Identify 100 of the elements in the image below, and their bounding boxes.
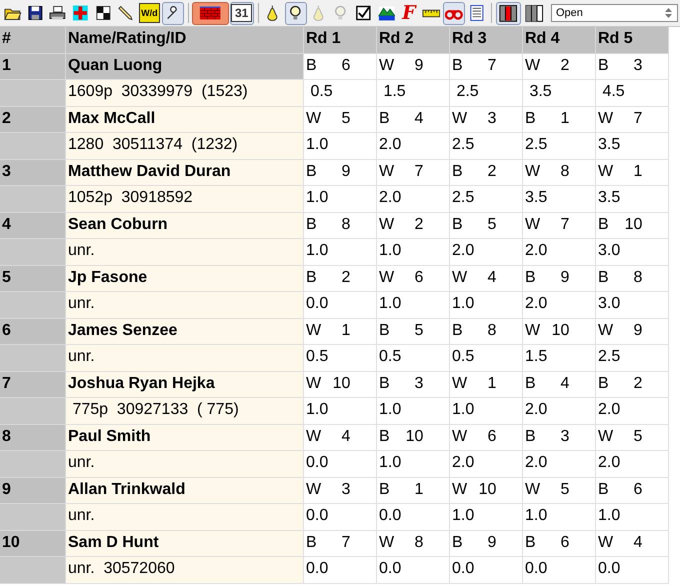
player-name[interactable]: Matthew David Duran bbox=[66, 160, 304, 186]
pairing-cell: W 9 bbox=[377, 54, 450, 80]
column-view-button[interactable] bbox=[496, 2, 521, 24]
pairing-cell: B 10 bbox=[377, 424, 450, 451]
row-header-cell bbox=[0, 557, 66, 584]
pairing-cell: W 10 bbox=[523, 318, 596, 345]
row-header-cell bbox=[0, 292, 66, 318]
player-name[interactable]: Sean Coburn bbox=[66, 212, 304, 239]
score-cell: 0.0 bbox=[596, 557, 669, 584]
score-cell: 1.0 bbox=[304, 239, 377, 266]
view-dropdown[interactable]: Open bbox=[551, 4, 678, 22]
score-cell: 0.0 bbox=[304, 504, 377, 530]
pairing-cell: W 7 bbox=[596, 106, 669, 133]
pairing-cell: W 10 bbox=[304, 372, 377, 398]
pairing-cell: W 1 bbox=[596, 160, 669, 186]
row-number: 10 bbox=[0, 530, 66, 557]
score-cell: 1.0 bbox=[304, 133, 377, 160]
score-cell: 2.5 bbox=[450, 186, 523, 212]
pairing-cell: B 2 bbox=[450, 160, 523, 186]
player-name[interactable]: Jp Fasone bbox=[66, 266, 304, 292]
pairing-cell: B 6 bbox=[523, 530, 596, 557]
score-cell: 2.0 bbox=[596, 451, 669, 478]
score-cell: 0.5 bbox=[304, 80, 377, 106]
plus-icon bbox=[72, 4, 90, 22]
player-name[interactable]: Joshua Ryan Hejka bbox=[66, 372, 304, 398]
binoculars-button[interactable] bbox=[442, 2, 465, 24]
pairing-cell: W 7 bbox=[523, 212, 596, 239]
pairing-cell: W 10 bbox=[450, 478, 523, 504]
rating-id: 775p 30927133 ( 775) bbox=[66, 398, 304, 424]
pairing-cell: B 6 bbox=[304, 54, 377, 80]
player-name[interactable]: Max McCall bbox=[66, 106, 304, 133]
score-cell: 0.5 bbox=[377, 345, 450, 372]
wrench-button[interactable] bbox=[162, 2, 184, 24]
pairing-cell: W 9 bbox=[596, 318, 669, 345]
score-cell: 0.0 bbox=[304, 451, 377, 478]
player-name[interactable]: James Senzee bbox=[66, 318, 304, 345]
player-name[interactable]: Quan Luong bbox=[66, 54, 304, 80]
rating-id: 1280 30511374 (1232) bbox=[66, 133, 304, 160]
pairing-cell: W 4 bbox=[450, 266, 523, 292]
pairing-cell: B 9 bbox=[523, 266, 596, 292]
calendar-button[interactable]: 31 bbox=[230, 2, 254, 24]
player-name[interactable]: Paul Smith bbox=[66, 424, 304, 451]
pairing-cell: W 3 bbox=[450, 106, 523, 133]
pairing-cell: W 4 bbox=[304, 424, 377, 451]
row-number: 2 bbox=[0, 106, 66, 133]
score-cell: 0.0 bbox=[450, 557, 523, 584]
score-cell: 1.0 bbox=[377, 239, 450, 266]
score-cell: 1.5 bbox=[377, 80, 450, 106]
score-cell: 3.0 bbox=[596, 292, 669, 318]
pairing-cell: B 7 bbox=[450, 54, 523, 80]
font-button[interactable]: F bbox=[398, 2, 420, 24]
row-header-cell bbox=[0, 451, 66, 478]
score-cell: 1.0 bbox=[304, 186, 377, 212]
score-cell: 4.5 bbox=[596, 80, 669, 106]
pairing-cell: B 2 bbox=[304, 266, 377, 292]
rating-id: 1052p 30918592 bbox=[66, 186, 304, 212]
column-header: Rd 5 bbox=[596, 27, 669, 54]
pairing-cell: W 8 bbox=[377, 530, 450, 557]
score-cell: 2.0 bbox=[450, 239, 523, 266]
pairing-cell: W 8 bbox=[523, 160, 596, 186]
score-cell: 0.0 bbox=[304, 557, 377, 584]
row-header-cell bbox=[0, 504, 66, 530]
row-number: 7 bbox=[0, 372, 66, 398]
pairing-cell: B 3 bbox=[523, 424, 596, 451]
pairing-cell: B 4 bbox=[523, 372, 596, 398]
rating-id: unr. bbox=[66, 504, 304, 530]
checkbox-icon bbox=[355, 4, 373, 22]
score-cell: 2.0 bbox=[450, 451, 523, 478]
score-cell: 1.0 bbox=[450, 398, 523, 424]
pairing-cell: W 5 bbox=[523, 478, 596, 504]
score-cell: 1.0 bbox=[523, 504, 596, 530]
score-cell: 2.0 bbox=[523, 239, 596, 266]
brick-wall-button[interactable] bbox=[192, 2, 229, 24]
light-bulb-button[interactable] bbox=[285, 2, 307, 24]
pairing-cell: W 2 bbox=[523, 54, 596, 80]
score-cell: 2.0 bbox=[523, 398, 596, 424]
pairing-cell: B 3 bbox=[377, 372, 450, 398]
score-cell: 2.5 bbox=[450, 133, 523, 160]
score-cell: 1.0 bbox=[377, 398, 450, 424]
score-cell: 0.0 bbox=[377, 557, 450, 584]
pairing-cell: B 1 bbox=[377, 478, 450, 504]
player-name[interactable]: Sam D Hunt bbox=[66, 530, 304, 557]
pairing-cell: B 8 bbox=[596, 266, 669, 292]
score-cell: 1.0 bbox=[450, 292, 523, 318]
player-name[interactable]: Allan Trinkwald bbox=[66, 478, 304, 504]
withdraw-button[interactable]: W/d bbox=[138, 2, 161, 24]
score-cell: 1.0 bbox=[304, 398, 377, 424]
row-header-cell bbox=[0, 80, 66, 106]
rating-id: unr. 30572060 bbox=[66, 557, 304, 584]
score-cell: 2.0 bbox=[523, 292, 596, 318]
score-cell: 2.0 bbox=[377, 133, 450, 160]
pairing-cell: B 4 bbox=[377, 106, 450, 133]
pairing-cell: B 1 bbox=[523, 106, 596, 133]
pairing-cell: B 5 bbox=[450, 212, 523, 239]
rating-id: 1609p 30339979 (1523) bbox=[66, 80, 304, 106]
columns-icon bbox=[524, 4, 544, 22]
score-cell: 2.0 bbox=[377, 186, 450, 212]
rating-id: unr. bbox=[66, 239, 304, 266]
pencil-icon bbox=[117, 4, 135, 22]
row-header-cell bbox=[0, 398, 66, 424]
